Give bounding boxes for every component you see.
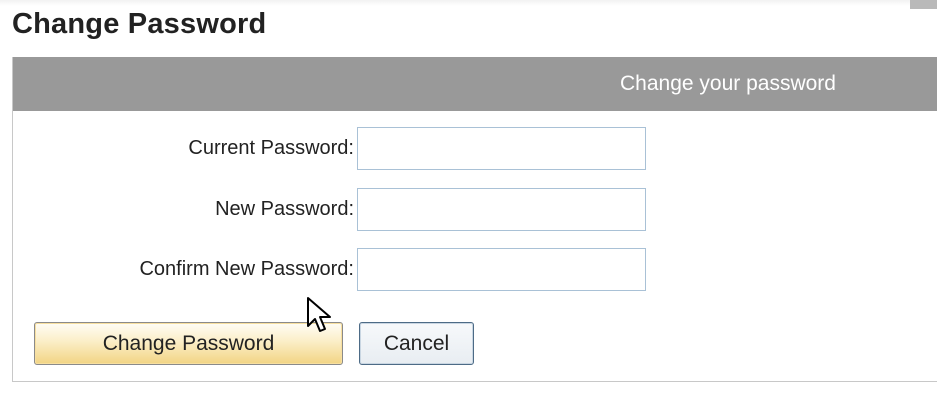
confirm-password-field[interactable] (357, 248, 646, 291)
change-password-button[interactable]: Change Password (34, 322, 343, 365)
panel-header-title: Change your password (620, 72, 836, 95)
mouse-pointer-icon (307, 297, 331, 332)
new-password-field[interactable] (357, 188, 646, 231)
current-password-label: Current Password: (188, 137, 354, 159)
current-password-field[interactable] (357, 127, 646, 170)
top-divider-shadow (910, 0, 937, 9)
top-divider (0, 0, 937, 6)
cancel-button[interactable]: Cancel (359, 322, 474, 365)
page-title: Change Password (12, 8, 267, 40)
panel-header: Change your password (13, 57, 937, 111)
new-password-label: New Password: (215, 198, 354, 220)
change-password-panel: Change your password Current Password: N… (12, 57, 937, 382)
confirm-password-label: Confirm New Password: (139, 258, 354, 280)
